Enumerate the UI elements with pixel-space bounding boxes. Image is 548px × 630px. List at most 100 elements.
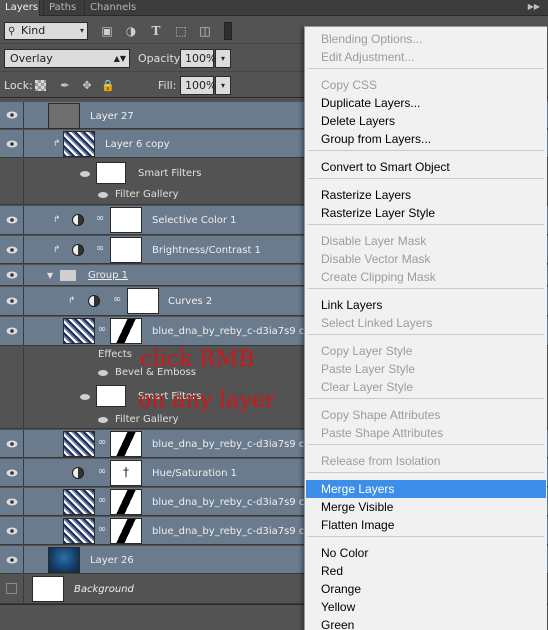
visibility-eye-icon[interactable] xyxy=(0,430,24,457)
effects-label[interactable]: Effects xyxy=(98,349,132,360)
layer-name[interactable]: Hue/Saturation 1 xyxy=(152,468,237,479)
layer-name[interactable]: blue_dna_by_reby_c-d3ia7s9 copy xyxy=(152,497,323,508)
menu-item-rasterize-layers[interactable]: Rasterize Layers xyxy=(306,186,546,204)
smart-filter-eye-icon[interactable] xyxy=(80,394,90,400)
layer-mask-thumbnail[interactable] xyxy=(110,431,142,457)
menu-separator xyxy=(308,444,544,445)
layer-mask-thumbnail[interactable] xyxy=(110,489,142,515)
filter-kind-select[interactable]: ⚲ Kind ▾ xyxy=(4,22,88,40)
menu-item-merge-layers[interactable]: Merge Layers xyxy=(306,480,546,498)
layer-mask-thumbnail[interactable] xyxy=(127,288,159,314)
menu-separator xyxy=(308,224,544,225)
search-icon: ⚲ xyxy=(8,26,16,37)
visibility-checkbox[interactable] xyxy=(6,583,17,594)
lock-brush-icon[interactable]: ✒ xyxy=(58,79,72,93)
lock-all-icon[interactable]: 🔒 xyxy=(101,79,115,93)
layer-thumbnail xyxy=(63,131,95,157)
opacity-dropdown-icon[interactable]: ▾ xyxy=(215,49,231,68)
menu-item-delete-layers[interactable]: Delete Layers xyxy=(306,112,546,130)
filter-gallery-label[interactable]: Filter Gallery xyxy=(115,189,179,200)
filter-eye-icon[interactable] xyxy=(98,417,108,423)
menu-item-red[interactable]: Red xyxy=(306,562,546,580)
filter-type-icon[interactable]: T xyxy=(149,24,163,38)
chevron-down-icon: ▾ xyxy=(79,26,84,35)
menu-item-link-layers[interactable]: Link Layers xyxy=(306,296,546,314)
link-chain-icon[interactable]: ∞ xyxy=(97,495,107,506)
filter-smart-object-icon[interactable]: ◫ xyxy=(198,24,212,38)
visibility-eye-icon[interactable] xyxy=(0,265,24,285)
menu-item-green[interactable]: Green xyxy=(306,616,546,630)
layer-name[interactable]: Brightness/Contrast 1 xyxy=(152,245,261,256)
visibility-eye-icon[interactable] xyxy=(0,287,24,315)
smart-filter-eye-icon[interactable] xyxy=(80,171,90,177)
lock-move-icon[interactable]: ✥ xyxy=(80,79,94,93)
layer-name[interactable]: blue_dna_by_reby_c-d3ia7s9 copy xyxy=(152,439,323,450)
clipping-arrow-icon: ↱ xyxy=(68,296,76,306)
layer-name[interactable]: Selective Color 1 xyxy=(152,215,237,226)
filter-shape-icon[interactable]: ⬚ xyxy=(174,24,188,38)
visibility-eye-icon[interactable] xyxy=(0,236,24,263)
layer-name[interactable]: Background xyxy=(74,584,134,595)
layer-mask-thumbnail[interactable] xyxy=(110,518,142,544)
visibility-eye-icon[interactable] xyxy=(0,546,24,573)
blend-mode-select[interactable]: Overlay ▲▼ xyxy=(4,49,130,68)
context-menu: Blending Options... Edit Adjustment... Cop… xyxy=(304,26,547,630)
filter-gallery-label[interactable]: Filter Gallery xyxy=(115,414,179,425)
tab-paths[interactable]: Paths xyxy=(43,0,81,16)
adjustment-layer-icon xyxy=(72,244,84,256)
visibility-eye-icon[interactable] xyxy=(0,317,24,345)
link-chain-icon[interactable]: ∞ xyxy=(97,437,107,448)
tab-layers[interactable]: Layers xyxy=(0,0,40,16)
menu-item-group-from-layers[interactable]: Group from Layers... xyxy=(306,130,546,148)
expand-triangle-icon[interactable]: ▼ xyxy=(47,271,53,280)
link-chain-icon[interactable]: ∞ xyxy=(97,524,107,535)
menu-item-disable-vector-mask: Disable Vector Mask xyxy=(321,252,431,266)
layer-name[interactable]: blue_dna_by_reby_c-d3ia7s9 copy xyxy=(152,326,323,337)
filter-toggle-switch[interactable] xyxy=(224,22,232,40)
menu-item-duplicate-layers[interactable]: Duplicate Layers... xyxy=(306,94,546,112)
fill-dropdown-icon[interactable]: ▾ xyxy=(215,76,231,95)
menu-item-flatten-image[interactable]: Flatten Image xyxy=(306,516,546,534)
visibility-eye-icon[interactable] xyxy=(0,488,24,515)
lock-transparent-icon[interactable] xyxy=(35,80,46,91)
layer-mask-thumbnail[interactable] xyxy=(110,318,142,344)
group-name[interactable]: Group 1 xyxy=(88,270,128,281)
link-chain-icon[interactable]: ∞ xyxy=(112,294,122,305)
layer-name[interactable]: Curves 2 xyxy=(168,296,212,307)
layer-mask-thumbnail[interactable] xyxy=(110,460,142,486)
menu-item-no-color[interactable]: No Color xyxy=(306,544,546,562)
visibility-eye-icon[interactable] xyxy=(0,102,24,128)
link-chain-icon[interactable]: ∞ xyxy=(95,243,105,254)
menu-item-create-clipping-mask: Create Clipping Mask xyxy=(321,270,436,284)
menu-separator xyxy=(308,334,544,335)
visibility-eye-icon[interactable] xyxy=(0,517,24,544)
effect-eye-icon[interactable] xyxy=(98,370,108,376)
layer-name[interactable]: Layer 26 xyxy=(90,555,134,566)
visibility-eye-icon[interactable] xyxy=(0,459,24,486)
collapse-panel-icon[interactable]: ▶▶ xyxy=(528,2,540,11)
menu-item-yellow[interactable]: Yellow xyxy=(306,598,546,616)
menu-separator xyxy=(308,150,544,151)
link-chain-icon[interactable]: ∞ xyxy=(97,466,107,477)
layer-mask-thumbnail[interactable] xyxy=(110,237,142,263)
visibility-eye-icon[interactable] xyxy=(0,206,24,234)
filter-pixel-icon[interactable]: ▣ xyxy=(100,24,114,38)
link-chain-icon[interactable]: ∞ xyxy=(95,213,105,224)
menu-item-rasterize-layer-style[interactable]: Rasterize Layer Style xyxy=(306,204,546,222)
menu-item-convert-to-smart-object[interactable]: Convert to Smart Object xyxy=(306,158,546,176)
layer-name[interactable]: Layer 6 copy xyxy=(105,139,169,150)
filter-eye-icon[interactable] xyxy=(98,192,108,198)
fill-field[interactable]: 100% xyxy=(180,76,216,95)
layer-name[interactable]: Layer 27 xyxy=(90,111,134,122)
visibility-eye-icon[interactable] xyxy=(0,130,24,157)
opacity-field[interactable]: 100% xyxy=(180,49,216,68)
menu-item-orange[interactable]: Orange xyxy=(306,580,546,598)
menu-item-paste-shape-attributes: Paste Shape Attributes xyxy=(321,426,444,440)
layer-mask-thumbnail[interactable] xyxy=(110,207,142,233)
filter-adjustment-icon[interactable]: ◑ xyxy=(124,24,138,38)
menu-item-merge-visible[interactable]: Merge Visible xyxy=(306,498,546,516)
tab-channels[interactable]: Channels xyxy=(84,0,136,16)
link-chain-icon[interactable]: ∞ xyxy=(97,324,107,335)
panel-tab-bar: Layers Paths Channels ▶▶ xyxy=(0,0,548,16)
layer-name[interactable]: blue_dna_by_reby_c-d3ia7s9 copy xyxy=(152,526,323,537)
